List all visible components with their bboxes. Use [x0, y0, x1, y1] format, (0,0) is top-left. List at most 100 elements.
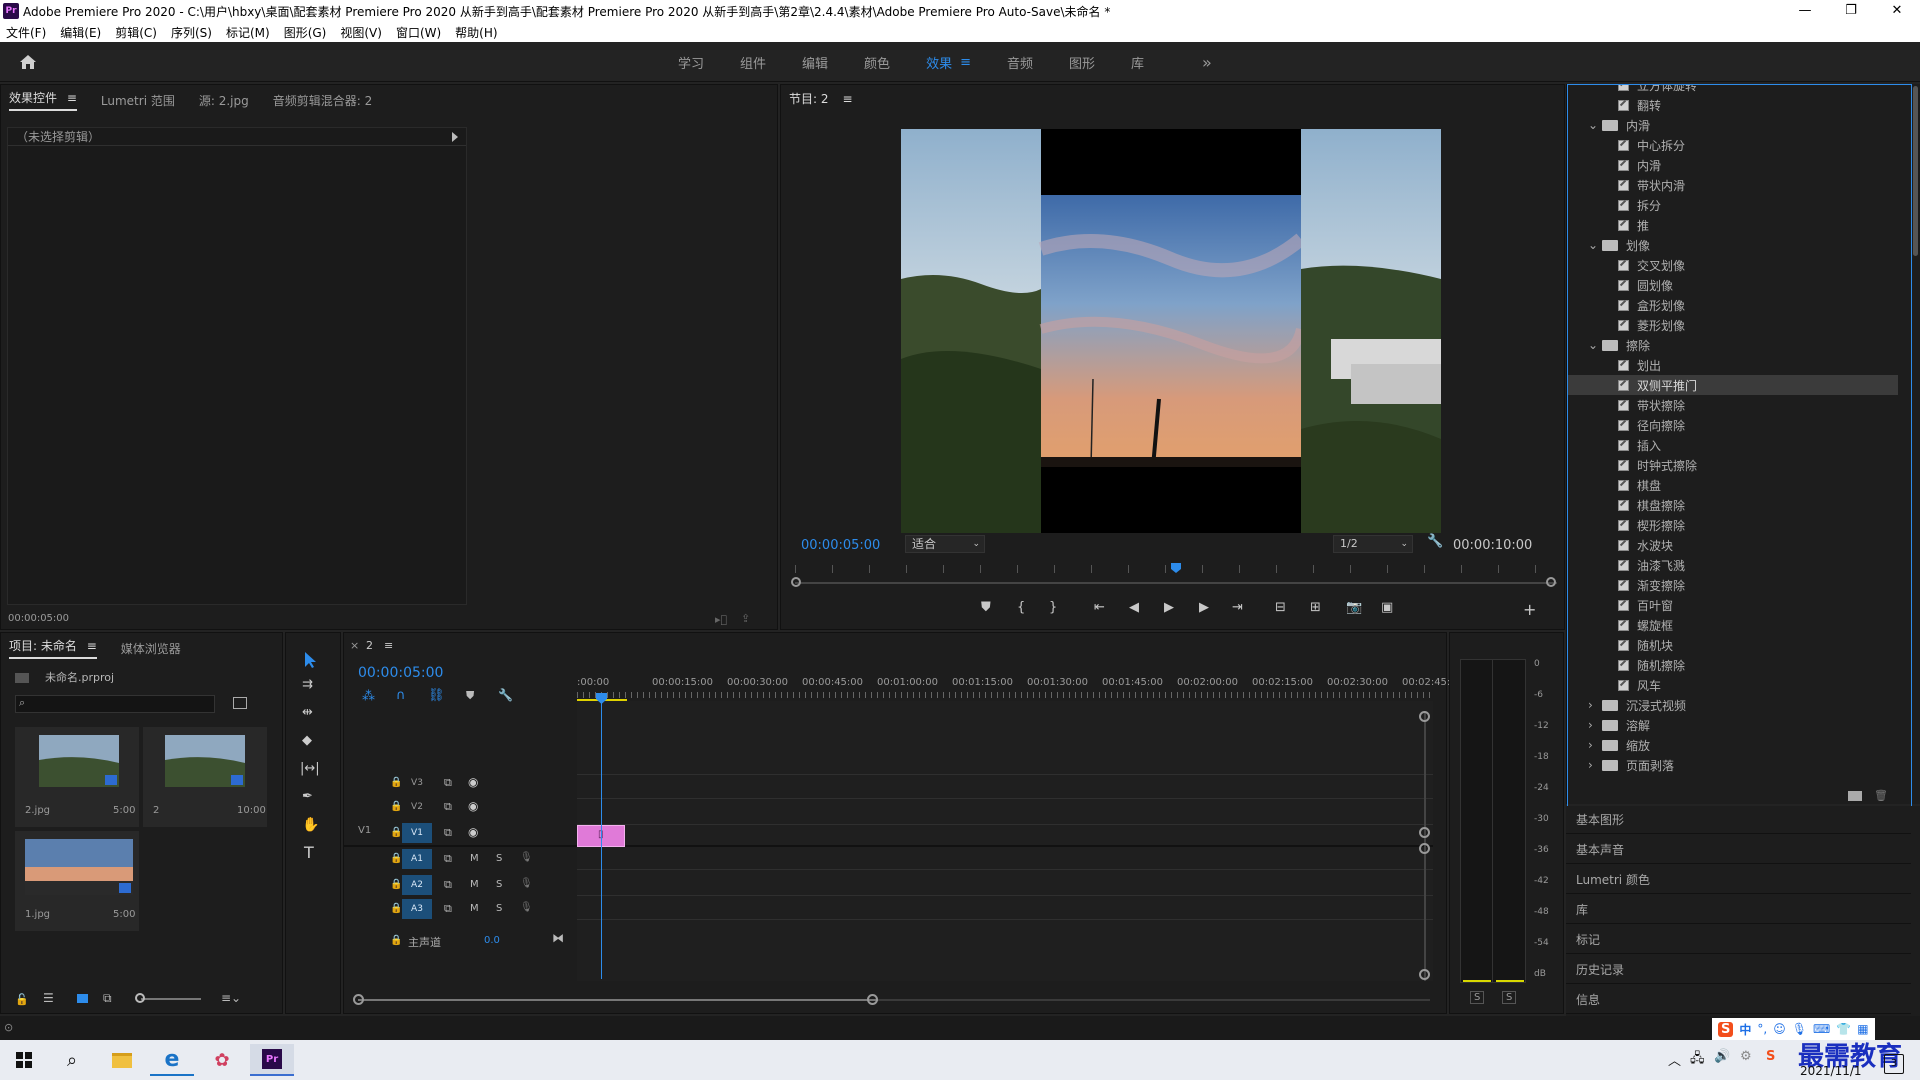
zoom-scrollbar[interactable]: [795, 582, 1557, 584]
app-icon[interactable]: ✿: [200, 1044, 244, 1076]
sync-lock-icon[interactable]: ⧉: [444, 776, 452, 790]
sync-lock-icon[interactable]: ⧉: [444, 852, 452, 866]
hscroll-handle-left[interactable]: [353, 994, 364, 1005]
project-search-box[interactable]: ⌕: [15, 695, 215, 713]
fit-dropdown[interactable]: 适合 ⌄: [905, 535, 985, 553]
track-target-v3[interactable]: V3: [402, 773, 432, 793]
effect-item[interactable]: 内滑: [1568, 155, 1898, 175]
new-search-bin-icon[interactable]: [233, 697, 247, 709]
lock-icon[interactable]: 🔒: [390, 903, 402, 914]
timeline-playhead-line[interactable]: [601, 699, 602, 979]
tab-lumetri-scopes[interactable]: Lumetri 范围: [101, 92, 175, 109]
maximize-button[interactable]: ❐: [1828, 0, 1874, 22]
camera-icon[interactable]: 📷: [1346, 600, 1362, 615]
ime-mode[interactable]: 中: [1739, 1021, 1751, 1038]
effect-folder[interactable]: › 溶解: [1568, 715, 1898, 735]
vscroll-handle-mid2[interactable]: [1419, 843, 1430, 854]
effect-item[interactable]: 渐变擦除: [1568, 575, 1898, 595]
track-target-v2[interactable]: V2: [402, 797, 432, 817]
track-target-a1[interactable]: A1: [402, 849, 432, 869]
home-icon[interactable]: [18, 52, 38, 72]
effect-item[interactable]: 菱形划像: [1568, 315, 1898, 335]
slip-tool-icon[interactable]: |↔|: [300, 761, 320, 776]
workspace-tab-learn[interactable]: 学习: [678, 53, 704, 72]
project-search-input[interactable]: [32, 697, 212, 711]
tab-effect-controls[interactable]: 效果控件 ≡: [9, 89, 77, 111]
workspace-tab-editing[interactable]: 编辑: [802, 53, 828, 72]
workspace-tab-audio[interactable]: 音频: [1007, 53, 1033, 72]
sync-lock-icon[interactable]: ⧉: [444, 826, 452, 840]
menu-file[interactable]: 文件(F): [6, 24, 46, 41]
freeform-view-icon[interactable]: ⧉: [103, 991, 112, 1006]
panel-essential-sound[interactable]: 基本声音: [1566, 836, 1911, 864]
file-explorer-icon[interactable]: [100, 1044, 144, 1076]
program-current-time[interactable]: 00:00:05:00: [801, 538, 880, 553]
workspace-tab-color[interactable]: 颜色: [864, 53, 890, 72]
mic-icon[interactable]: 🎙: [520, 852, 533, 863]
play-icon[interactable]: ▶: [1164, 600, 1174, 615]
lock-icon[interactable]: 🔓: [15, 993, 29, 1006]
effect-item[interactable]: 交叉划像: [1568, 255, 1898, 275]
project-item-1jpg[interactable]: 1.jpg 5:00: [15, 831, 139, 931]
menu-help[interactable]: 帮助(H): [455, 24, 497, 41]
effect-folder[interactable]: › 沉浸式视频: [1568, 695, 1898, 715]
workspace-tab-assembly[interactable]: 组件: [740, 53, 766, 72]
sync-lock-icon[interactable]: ⧉: [444, 800, 452, 814]
effect-folder[interactable]: ⌄ 内滑: [1568, 115, 1898, 135]
network-icon[interactable]: 🖧: [1690, 1049, 1705, 1071]
share-icon[interactable]: ⇪: [741, 612, 750, 625]
panel-libraries[interactable]: 库: [1566, 896, 1911, 924]
tray-chevron-icon[interactable]: ︿: [1668, 1050, 1681, 1069]
workspace-overflow-icon[interactable]: »: [1202, 53, 1212, 72]
lock-icon[interactable]: 🔒: [390, 801, 402, 812]
razor-tool-icon[interactable]: ◆: [302, 733, 312, 748]
solo-button[interactable]: S: [496, 853, 502, 864]
menu-graphics[interactable]: 图形(G): [284, 24, 327, 41]
track-target-v1[interactable]: V1: [402, 823, 432, 843]
mic-icon[interactable]: 🎙: [520, 878, 533, 889]
edge-browser-icon[interactable]: e: [150, 1044, 194, 1076]
effect-item[interactable]: 径向擦除: [1568, 415, 1898, 435]
lock-icon[interactable]: 🔒: [390, 879, 402, 890]
ripple-edit-tool-icon[interactable]: ⇹: [302, 705, 313, 720]
vscroll-handle-mid1[interactable]: [1419, 827, 1430, 838]
mute-button[interactable]: M: [470, 879, 479, 890]
track-target-a2[interactable]: A2: [402, 875, 432, 895]
effect-item[interactable]: 盒形划像: [1568, 295, 1898, 315]
menu-clip[interactable]: 剪辑(C): [115, 24, 157, 41]
sogou-icon[interactable]: S: [1718, 1021, 1734, 1037]
chevron-right-icon[interactable]: ›: [1588, 718, 1602, 732]
effects-scrollbar[interactable]: [1913, 86, 1918, 256]
tab-project[interactable]: 项目: 未命名 ≡: [9, 637, 97, 659]
tab-media-browser[interactable]: 媒体浏览器: [121, 640, 181, 657]
effect-item[interactable]: 螺旋框: [1568, 615, 1898, 635]
solo-button[interactable]: S: [496, 879, 502, 890]
close-window-button[interactable]: ✕: [1874, 0, 1920, 22]
effect-item[interactable]: 划出: [1568, 355, 1898, 375]
chevron-right-icon[interactable]: ›: [1588, 738, 1602, 752]
search-icon[interactable]: ⌕: [50, 1044, 94, 1076]
mic-icon[interactable]: 🎙: [1792, 1022, 1807, 1036]
hscroll-bar[interactable]: [358, 999, 878, 1001]
keyboard-icon[interactable]: ⌨: [1813, 1022, 1830, 1036]
effect-item[interactable]: 百叶窗: [1568, 595, 1898, 615]
project-item-sequence-2[interactable]: 2 10:00: [143, 727, 267, 827]
new-bin-icon[interactable]: [1848, 791, 1862, 801]
mute-button[interactable]: M: [470, 853, 479, 864]
mark-in-icon[interactable]: {: [1017, 600, 1025, 615]
effect-item[interactable]: 带状内滑: [1568, 175, 1898, 195]
effect-item[interactable]: 拆分: [1568, 195, 1898, 215]
effect-item[interactable]: 立方体旋转: [1568, 85, 1898, 95]
mute-button[interactable]: M: [470, 903, 479, 914]
list-view-icon[interactable]: ☰: [43, 991, 54, 1005]
icon-view-icon[interactable]: [77, 994, 88, 1003]
eye-icon[interactable]: ◉: [468, 775, 478, 789]
lock-icon[interactable]: 🔒: [390, 777, 402, 788]
effect-item[interactable]: 楔形擦除: [1568, 515, 1898, 535]
effect-folder[interactable]: › 缩放: [1568, 735, 1898, 755]
minimize-button[interactable]: —: [1782, 0, 1828, 22]
effect-folder[interactable]: › 页面剥落: [1568, 755, 1898, 775]
premiere-taskbar-icon[interactable]: Pr: [250, 1044, 294, 1076]
pen-tool-icon[interactable]: ✒: [302, 789, 313, 804]
tab-source[interactable]: 源: 2.jpg: [199, 92, 249, 109]
